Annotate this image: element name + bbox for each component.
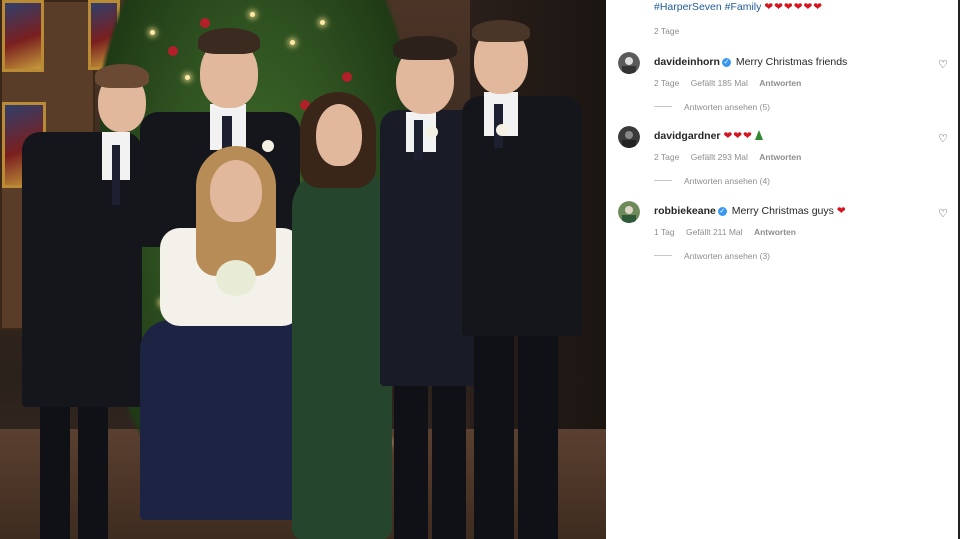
comment-time[interactable]: 1 Tag xyxy=(654,227,675,237)
bouquet xyxy=(216,260,256,296)
heart-emoji: ❤ xyxy=(836,205,847,217)
comment-text: Merry Christmas friends xyxy=(735,56,848,68)
comment-likes[interactable]: Gefällt 185 Mal xyxy=(691,78,748,88)
heraldic-crest xyxy=(2,0,44,72)
hashtag-links[interactable]: #HarperSeven #Family xyxy=(654,1,761,13)
heart-outline-icon[interactable]: ♡ xyxy=(936,207,950,221)
comment-body: davideinhorn ✓ Merry Christmas friends xyxy=(654,56,847,68)
tree-light xyxy=(250,12,255,17)
reply-button[interactable]: Antworten xyxy=(754,227,796,237)
comment-time[interactable]: 2 Tage xyxy=(654,78,679,88)
boutonniere xyxy=(262,140,274,152)
comment-username[interactable]: robbiekeane xyxy=(654,205,716,217)
post-photo[interactable] xyxy=(0,0,606,539)
avatar[interactable] xyxy=(618,52,640,74)
comment-meta: 2 Tage Gefällt 293 Mal Antworten xyxy=(654,152,810,162)
comment-meta: 1 Tag Gefällt 211 Mal Antworten xyxy=(654,227,805,237)
comment-likes[interactable]: Gefällt 211 Mal xyxy=(686,227,743,237)
hearts-emoji: ❤❤❤ xyxy=(723,130,753,142)
view-replies-label: Antworten ansehen (5) xyxy=(684,102,770,112)
tree-light xyxy=(320,20,325,25)
divider-line xyxy=(654,106,672,107)
ornament xyxy=(342,72,352,82)
heart-outline-icon[interactable]: ♡ xyxy=(936,58,950,72)
reply-button[interactable]: Antworten xyxy=(759,78,801,88)
comment-likes[interactable]: Gefällt 293 Mal xyxy=(691,152,748,162)
comment-body: davidgardner ❤❤❤ xyxy=(654,130,763,142)
tree-light xyxy=(150,30,155,35)
christmas-tree-emoji xyxy=(754,130,763,140)
ornament xyxy=(200,18,210,28)
reply-button[interactable]: Antworten xyxy=(759,152,801,162)
tree-light xyxy=(290,40,295,45)
comments-pane: #HarperSeven #Family ❤❤❤❤❤❤ 2 Tage david… xyxy=(606,0,960,539)
comment-item: robbiekeane ✓ Merry Christmas guys ❤ 1 Ta… xyxy=(606,201,960,273)
verified-badge-icon: ✓ xyxy=(721,58,731,67)
comment-text: Merry Christmas guys xyxy=(731,205,834,217)
divider-line xyxy=(654,180,672,181)
comment-item: davidgardner ❤❤❤ 2 Tage Gefällt 293 Mal … xyxy=(606,126,960,198)
comment-item: davideinhorn ✓ Merry Christmas friends 2 … xyxy=(606,52,960,124)
caption-hashtags: #HarperSeven #Family ❤❤❤❤❤❤ xyxy=(654,1,823,13)
view-replies-label: Antworten ansehen (4) xyxy=(684,176,770,186)
comment-time[interactable]: 2 Tage xyxy=(654,152,679,162)
comment-username[interactable]: davideinhorn xyxy=(654,56,720,68)
tree-light xyxy=(185,75,190,80)
verified-badge-icon: ✓ xyxy=(717,207,727,216)
ornament xyxy=(168,46,178,56)
boutonniere xyxy=(496,124,508,136)
view-replies-button[interactable]: Antworten ansehen (4) xyxy=(654,176,770,186)
view-replies-button[interactable]: Antworten ansehen (3) xyxy=(654,251,770,261)
hearts-emoji: ❤❤❤❤❤❤ xyxy=(764,1,824,13)
avatar[interactable] xyxy=(618,126,640,148)
caption-timestamp[interactable]: 2 Tage xyxy=(654,26,679,36)
comment-meta: 2 Tage Gefällt 185 Mal Antworten xyxy=(654,78,810,88)
boutonniere xyxy=(426,126,438,138)
view-replies-button[interactable]: Antworten ansehen (5) xyxy=(654,102,770,112)
heart-outline-icon[interactable]: ♡ xyxy=(936,132,950,146)
comment-username[interactable]: davidgardner xyxy=(654,130,721,142)
avatar[interactable] xyxy=(618,201,640,223)
divider-line xyxy=(654,255,672,256)
view-replies-label: Antworten ansehen (3) xyxy=(684,251,770,261)
comment-body: robbiekeane ✓ Merry Christmas guys ❤ xyxy=(654,205,847,217)
